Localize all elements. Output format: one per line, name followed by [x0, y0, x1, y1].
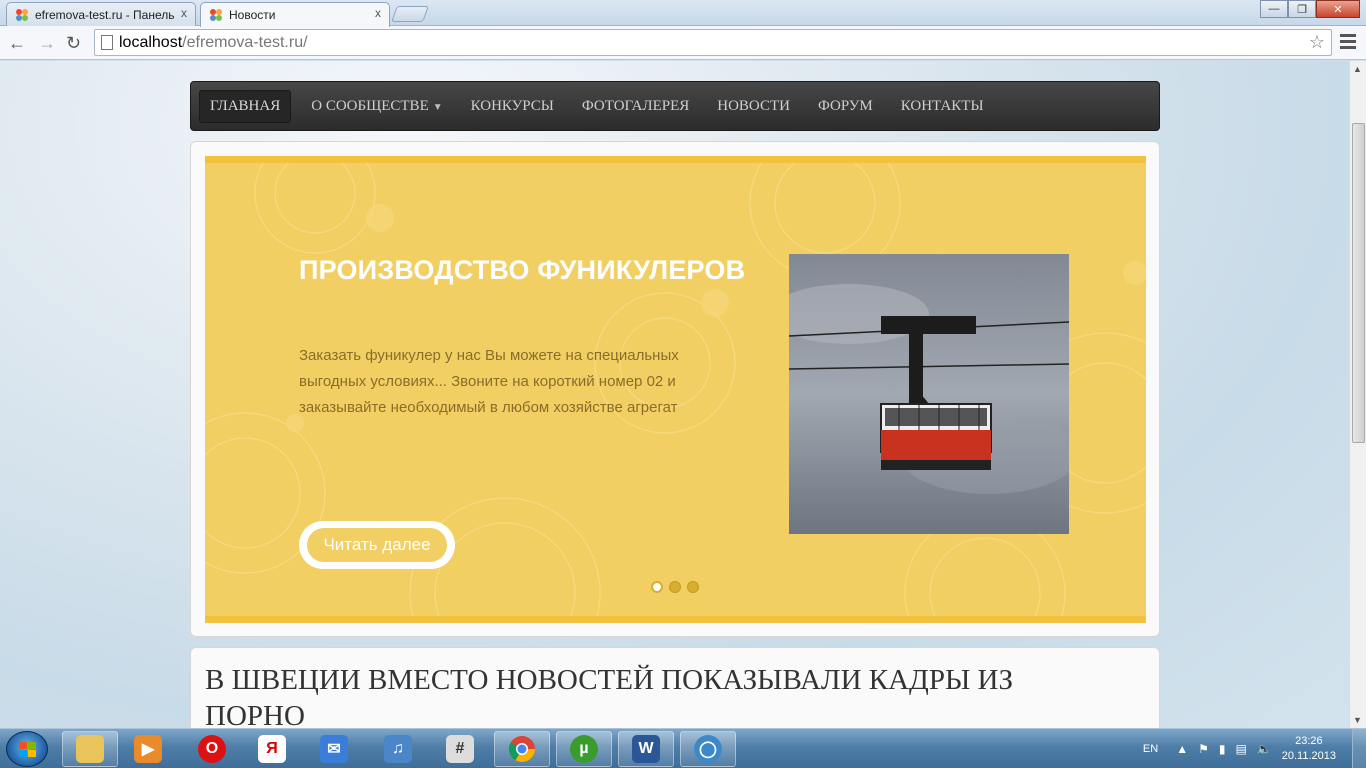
utorrent-icon: µ [570, 735, 598, 763]
windows-logo-icon [19, 742, 36, 757]
chevron-down-icon: ▼ [432, 101, 443, 113]
page-viewport: ГЛАВНАЯ О СООБЩЕСТВЕ ▼ КОНКУРСЫ ФОТОГАЛЕР… [0, 61, 1349, 728]
signal-icon[interactable]: ▤ [1235, 742, 1246, 756]
page-icon [101, 35, 113, 50]
media-player-icon: ▶ [134, 735, 162, 763]
nav-item-contests[interactable]: КОНКУРСЫ [457, 90, 568, 123]
battery-icon[interactable]: ▮ [1219, 742, 1226, 756]
tab-close-icon[interactable]: x [375, 6, 381, 20]
clock-time: 23:26 [1295, 735, 1323, 747]
tab-label: Новости [229, 8, 276, 22]
slider-dot[interactable] [651, 581, 663, 593]
taskbar-network[interactable]: ◯ [680, 731, 736, 767]
nav-item-contacts[interactable]: КОНТАКТЫ [887, 90, 998, 123]
news-article: В ШВЕЦИИ ВМЕСТО НОВОСТЕЙ ПОКАЗЫВАЛИ КАДР… [190, 647, 1160, 728]
chrome-icon [508, 736, 536, 763]
taskbar-volume-app[interactable]: ♫ [370, 731, 426, 767]
slider-dot[interactable] [687, 581, 699, 593]
slide-description: Заказать фуникулер у нас Вы можете на сп… [299, 347, 679, 416]
show-desktop-button[interactable] [1352, 729, 1366, 768]
chrome-menu-icon[interactable] [1340, 34, 1356, 52]
scrollbar-thumb[interactable] [1352, 123, 1365, 443]
url-host: localhost [119, 33, 183, 51]
mail-icon: ✉ [320, 735, 348, 763]
system-tray: EN ▲ ⚑ ▮ ▤ 🔈 23:26 20.11.2013 [1143, 729, 1366, 768]
tab-label: efremova-test.ru - Панель [35, 7, 175, 22]
nav-item-gallery[interactable]: ФОТОГАЛЕРЕЯ [568, 90, 703, 123]
reload-icon[interactable]: ↻ [66, 33, 81, 54]
forward-icon[interactable]: → [38, 33, 56, 54]
read-more-button[interactable]: Читать далее [299, 521, 455, 569]
taskbar-mail[interactable]: ✉ [306, 731, 362, 767]
taskbar-utorrent[interactable]: µ [556, 731, 612, 767]
yandex-icon: Я [258, 735, 286, 763]
speaker-icon[interactable]: 🔈 [1257, 742, 1272, 756]
taskbar-opera[interactable]: O [184, 731, 240, 767]
slide-title: ПРОИЗВОДСТВО ФУНИКУЛЕРОВ [299, 255, 746, 285]
language-indicator[interactable]: EN [1143, 743, 1158, 755]
tab-close-icon[interactable]: x [181, 6, 187, 20]
nav-item-news[interactable]: НОВОСТИ [703, 90, 804, 123]
nav-item-forum[interactable]: ФОРУМ [804, 90, 887, 123]
network-globe-icon: ◯ [694, 735, 722, 763]
scroll-up-icon[interactable]: ▲ [1353, 64, 1362, 74]
tab-news[interactable]: Новости x [200, 2, 390, 27]
word-icon: W [632, 735, 660, 763]
action-center-icon[interactable]: ⚑ [1198, 742, 1209, 756]
slider-dot[interactable] [669, 581, 681, 593]
back-icon[interactable]: ← [8, 33, 26, 54]
url-path: /efremova-test.ru/ [182, 33, 308, 51]
windows-taskbar: ▶ O Я ✉ ♫ # µ W ◯ EN ▲ ⚑ ▮ ▤ 🔈 23:26 20.… [0, 728, 1366, 768]
address-bar[interactable]: localhost/efremova-test.ru/ ☆ [94, 29, 1332, 56]
minimize-button[interactable]: — [1260, 0, 1288, 18]
joomla-icon [16, 9, 28, 21]
main-navigation: ГЛАВНАЯ О СООБЩЕСТВЕ ▼ КОНКУРСЫ ФОТОГАЛЕР… [190, 81, 1160, 131]
start-button[interactable] [6, 731, 48, 767]
nav-item-home[interactable]: ГЛАВНАЯ [199, 89, 292, 123]
maximize-button[interactable]: ❐ [1288, 0, 1316, 18]
browser-tab-strip: efremova-test.ru - Панель x Новости x — … [0, 0, 1366, 27]
taskbar-media-player[interactable]: ▶ [120, 731, 176, 767]
explorer-icon [76, 735, 104, 763]
slide: ПРОИЗВОДСТВО ФУНИКУЛЕРОВ Заказать фунику… [205, 156, 1146, 623]
tray-expand-icon[interactable]: ▲ [1176, 742, 1188, 756]
tab-efremova-panel[interactable]: efremova-test.ru - Панель x [6, 2, 196, 26]
taskbar-yandex[interactable]: Я [244, 731, 300, 767]
new-tab-button[interactable] [391, 6, 429, 22]
article-title[interactable]: В ШВЕЦИИ ВМЕСТО НОВОСТЕЙ ПОКАЗЫВАЛИ КАДР… [205, 662, 1105, 728]
nav-item-about[interactable]: О СООБЩЕСТВЕ ▼ [297, 90, 456, 123]
cable-car-photo [789, 254, 1069, 534]
nav-item-label: О СООБЩЕСТВЕ [311, 97, 429, 114]
taskbar-calculator[interactable]: # [432, 731, 488, 767]
taskbar-chrome[interactable] [494, 731, 550, 767]
browser-toolbar: ← → ↻ localhost/efremova-test.ru/ ☆ [0, 26, 1366, 60]
clock-date: 20.11.2013 [1281, 750, 1336, 762]
volume-app-icon: ♫ [384, 735, 412, 763]
calculator-icon: # [446, 735, 474, 763]
read-more-label: Читать далее [307, 528, 447, 562]
taskbar-word[interactable]: W [618, 731, 674, 767]
slider-container: ПРОИЗВОДСТВО ФУНИКУЛЕРОВ Заказать фунику… [190, 141, 1160, 637]
scroll-down-icon[interactable]: ▼ [1353, 715, 1362, 725]
window-controls: — ❐ ✕ [1260, 0, 1360, 18]
opera-icon: O [198, 735, 226, 763]
system-clock[interactable]: 23:26 20.11.2013 [1282, 734, 1336, 764]
slider-pagination [651, 581, 705, 593]
taskbar-explorer[interactable] [62, 731, 118, 767]
vertical-scrollbar[interactable]: ▲ ▼ [1349, 61, 1366, 728]
joomla-icon [210, 9, 222, 21]
close-window-button[interactable]: ✕ [1316, 0, 1360, 18]
bookmark-star-icon[interactable]: ☆ [1309, 32, 1325, 53]
